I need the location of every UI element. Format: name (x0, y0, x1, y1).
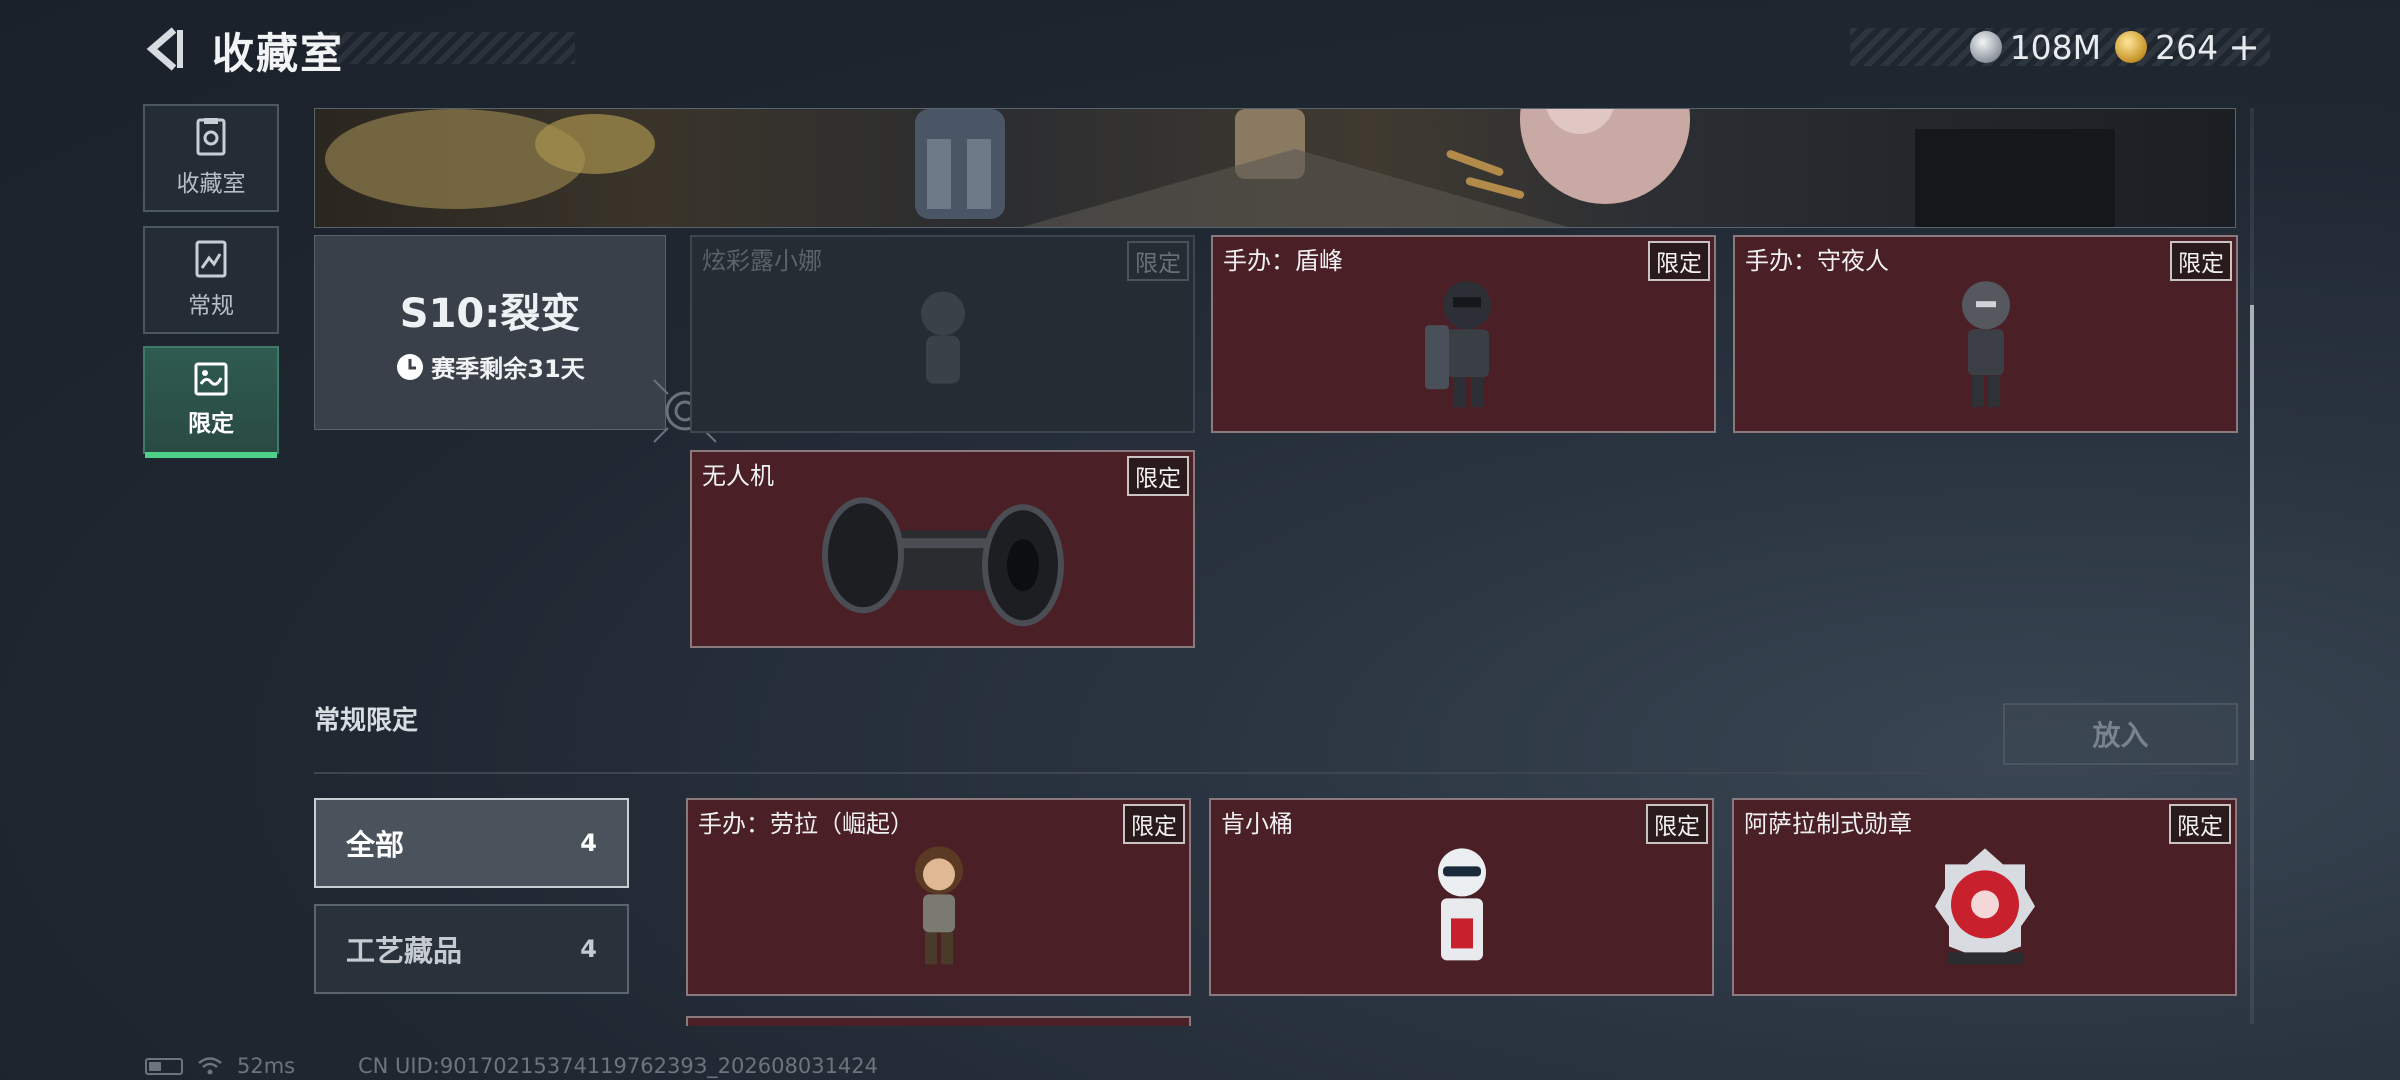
ping-text: 52ms (237, 1054, 296, 1078)
put-in-button[interactable]: 放入 (2003, 703, 2238, 765)
item-name: 炫彩露小娜 (702, 247, 822, 275)
limited-badge: 限定 (2170, 241, 2232, 281)
collection-room-icon (196, 118, 226, 156)
drone-figure-icon (821, 497, 1064, 627)
limited-icon (194, 362, 228, 396)
item-card[interactable]: 阿萨拉制式勋章 限定 (1732, 798, 2237, 996)
regular-icon (195, 240, 227, 278)
lara-figure-icon (914, 846, 963, 965)
add-currency-button[interactable]: + (2228, 25, 2260, 69)
item-card[interactable]: 肯小桶 限定 (1209, 798, 1714, 996)
sidebar-item-label: 收藏室 (176, 171, 246, 197)
uid-text: CN UID:9017021537411976239З_202608031424 (358, 1054, 879, 1078)
item-name: 手办：劳拉（崛起） (698, 810, 914, 838)
back-arrow-icon (146, 27, 183, 71)
item-card-partial[interactable] (686, 1016, 1191, 1026)
currency-bar: 108M 264 + (1850, 25, 2270, 69)
item-name: 手办：守夜人 (1745, 247, 1889, 275)
collection-banner-image (314, 108, 2236, 228)
item-name: 手办：盾峰 (1223, 247, 1343, 275)
limited-badge: 限定 (1123, 804, 1185, 844)
filter-count: 4 (580, 935, 597, 963)
night-watcher-figure-icon (1961, 281, 2010, 408)
item-card[interactable]: 手办：守夜人 限定 (1733, 235, 2238, 433)
limited-badge: 限定 (1127, 456, 1189, 496)
item-name: 肯小桶 (1221, 810, 1293, 838)
gold-currency: 264 + (2115, 25, 2260, 69)
section-title: 常规限定 (314, 706, 419, 736)
item-card[interactable]: 手办：盾峰 限定 (1211, 235, 1716, 433)
shield-soldier-figure-icon (1424, 281, 1491, 408)
sidebar-item-label: 常规 (188, 293, 234, 319)
season-remaining: 赛季剩余31天 (395, 349, 585, 384)
medal-icon (1934, 848, 2035, 965)
filter-label: 全部 (346, 828, 405, 862)
bucket-figure-icon (1437, 848, 1486, 961)
item-card[interactable]: 无人机 限定 (690, 450, 1195, 648)
silver-coin-icon (1969, 31, 2002, 63)
scrollbar-thumb[interactable] (2250, 305, 2254, 760)
silver-amount: 108M (2009, 27, 2102, 67)
item-card-locked[interactable]: 炫彩露小娜 限定 (690, 235, 1195, 433)
limited-badge: 限定 (2169, 804, 2231, 844)
section-divider (314, 772, 2236, 774)
limited-badge: 限定 (1646, 804, 1708, 844)
limited-badge: 限定 (1127, 241, 1189, 281)
title-decoration (330, 32, 575, 64)
figure-silhouette-icon (920, 291, 965, 384)
sidebar-item-collection-room[interactable]: 收藏室 (143, 104, 279, 212)
gold-amount: 264 (2155, 27, 2219, 67)
filter-count: 4 (580, 829, 597, 857)
season-card: S10:裂变 赛季剩余31天 (314, 235, 666, 430)
item-card[interactable]: 手办：劳拉（崛起） 限定 (686, 798, 1191, 996)
active-tab-indicator (145, 452, 277, 458)
sidebar-item-label: 限定 (188, 411, 234, 437)
silver-currency: 108M (1969, 27, 2102, 67)
item-name: 无人机 (702, 462, 774, 490)
sidebar-item-regular[interactable]: 常规 (143, 226, 279, 334)
clock-icon (397, 353, 424, 380)
wifi-icon (198, 1057, 222, 1075)
back-button[interactable] (140, 24, 190, 74)
banner-scene (325, 109, 2115, 227)
page-title: 收藏室 (212, 29, 345, 78)
season-remaining-text: 赛季剩余31天 (431, 355, 585, 383)
season-title: S10:裂变 (399, 291, 581, 337)
status-bar: 52ms (145, 1054, 295, 1078)
filter-craft-collectibles[interactable]: 工艺藏品 4 (314, 904, 629, 994)
limited-badge: 限定 (1648, 241, 1710, 281)
sidebar-item-limited[interactable]: 限定 (143, 346, 279, 458)
item-name: 阿萨拉制式勋章 (1744, 810, 1912, 838)
filter-label: 工艺藏品 (346, 934, 463, 968)
filter-all[interactable]: 全部 4 (314, 798, 629, 888)
battery-icon (145, 1057, 183, 1075)
gold-coin-icon (2115, 31, 2148, 63)
